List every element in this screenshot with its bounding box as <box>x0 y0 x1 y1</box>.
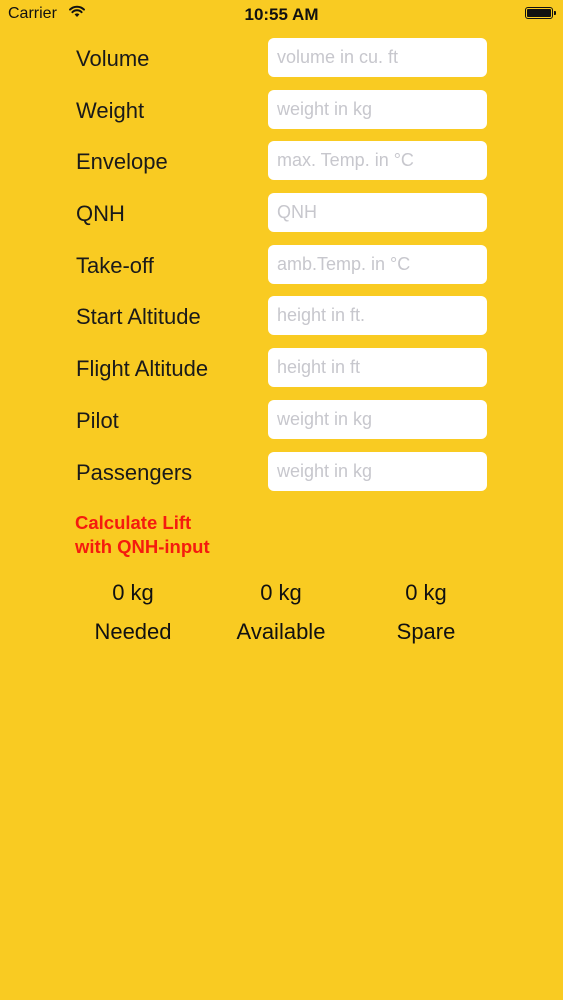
qnh-input[interactable] <box>268 193 487 233</box>
take-off-label: Take-off <box>76 252 154 278</box>
available-result: 0 kg Available <box>206 580 356 645</box>
start-altitude-label: Start Altitude <box>76 304 201 330</box>
envelope-label: Envelope <box>76 149 168 175</box>
calculate-button-line1: Calculate Lift <box>75 512 192 533</box>
envelope-input[interactable] <box>268 141 487 181</box>
flight-altitude-label: Flight Altitude <box>76 356 209 382</box>
clock: 10:55 AM <box>244 5 319 24</box>
weight-input[interactable] <box>268 89 487 129</box>
qnh-label: QNH <box>76 201 125 227</box>
field-row-weight: Weight <box>0 89 563 142</box>
input-form: Volume Weight Envelope QNH Take-off Star… <box>0 38 563 503</box>
field-row-flight-altitude: Flight Altitude <box>0 348 563 400</box>
field-row-start-altitude: Start Altitude <box>0 296 563 348</box>
field-row-qnh: QNH <box>0 193 563 245</box>
calculate-button-line2: with QNH-input <box>75 536 210 557</box>
spare-result: 0 kg Spare <box>351 580 501 645</box>
spare-label: Spare <box>396 619 456 644</box>
volume-label: Volume <box>76 46 150 71</box>
available-label: Available <box>236 619 326 644</box>
field-row-take-off: Take-off <box>0 244 563 297</box>
calculate-lift-button[interactable]: Calculate Lift with QNH-input <box>75 511 275 559</box>
take-off-input[interactable] <box>268 244 487 284</box>
field-row-passengers: Passengers <box>0 451 563 504</box>
needed-label: Needed <box>94 619 172 644</box>
pilot-input[interactable] <box>268 399 487 439</box>
needed-result: 0 kg Needed <box>58 580 208 645</box>
passengers-label: Passengers <box>76 459 193 485</box>
needed-value: 0 kg <box>112 580 154 605</box>
flight-altitude-input[interactable] <box>268 348 487 388</box>
battery-icon <box>525 7 556 19</box>
field-row-envelope: Envelope <box>0 141 563 193</box>
spare-value: 0 kg <box>405 580 447 605</box>
status-bar: Carrier 10:55 AM <box>0 0 563 30</box>
weight-label: Weight <box>76 97 145 123</box>
field-row-pilot: Pilot <box>0 399 563 452</box>
start-altitude-input[interactable] <box>268 296 487 336</box>
pilot-label: Pilot <box>76 407 119 433</box>
passengers-input[interactable] <box>268 451 487 491</box>
volume-input[interactable] <box>268 38 487 77</box>
available-value: 0 kg <box>260 580 302 605</box>
field-row-volume: Volume <box>0 38 563 90</box>
